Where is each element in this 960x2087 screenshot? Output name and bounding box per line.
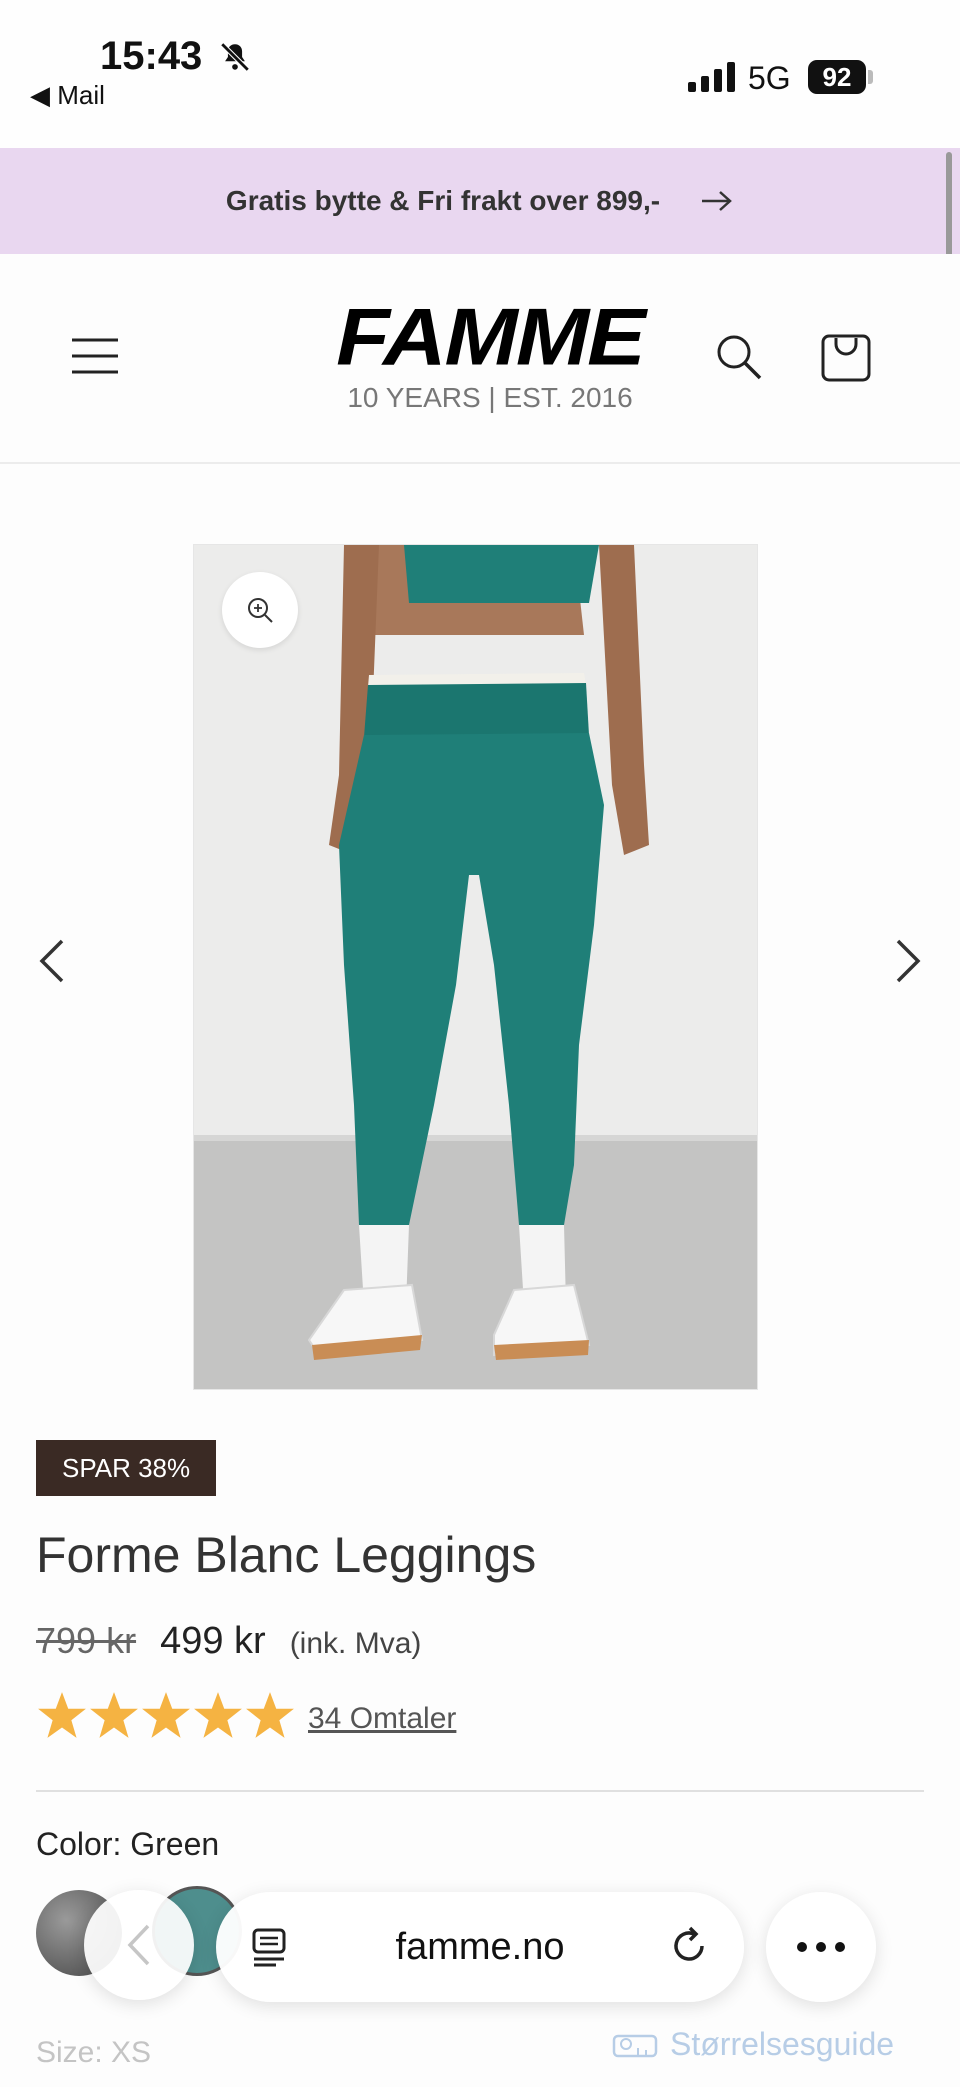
vat-note: (ink. Mva)	[289, 1627, 422, 1660]
color-label: Color: Green	[36, 1826, 220, 1862]
chevron-left-icon	[127, 1924, 150, 1966]
hamburger-menu-icon[interactable]	[72, 336, 118, 376]
star-icon	[246, 1692, 294, 1738]
ellipsis-icon	[797, 1942, 845, 1952]
zoom-button[interactable]	[222, 572, 298, 648]
price-row: 799 kr 499 kr (ink. Mva)	[36, 1620, 421, 1663]
size-guide-link[interactable]: Størrelsesguide	[612, 2026, 894, 2063]
logo-wordmark: FAMME	[336, 291, 646, 383]
size-guide-label: Størrelsesguide	[670, 2026, 895, 2062]
bell-muted-icon	[220, 42, 250, 72]
arrow-right-icon	[702, 191, 732, 211]
shopping-bag-icon[interactable]	[818, 328, 874, 384]
back-to-mail-link[interactable]: ◀ Mail	[30, 80, 105, 111]
address-bar[interactable]: famme.no	[216, 1892, 744, 2002]
url-text: famme.no	[395, 1926, 565, 1968]
star-icon	[142, 1692, 190, 1738]
zoom-in-icon	[248, 598, 273, 623]
size-label: Size: XS	[36, 2036, 152, 2069]
star-icon	[194, 1692, 242, 1738]
reviews-link[interactable]: 34 Omtaler	[308, 1702, 456, 1736]
battery-tip	[868, 70, 873, 84]
rating-stars[interactable]	[36, 1690, 296, 1740]
status-bar: 15:43 ◀ Mail 5G 92	[0, 0, 960, 148]
sale-price: 499 kr	[160, 1620, 266, 1662]
promo-banner[interactable]: Gratis bytte & Fri frakt over 899,-	[0, 148, 960, 254]
star-icon	[38, 1692, 86, 1738]
divider	[36, 1790, 924, 1792]
promo-text: Gratis bytte & Fri frakt over 899,-	[225, 185, 661, 216]
browser-back-button[interactable]	[84, 1890, 194, 2000]
discount-badge: SPAR 38%	[36, 1440, 217, 1496]
product-title: Forme Blanc Leggings	[36, 1527, 537, 1583]
ruler-icon	[612, 2034, 658, 2057]
signal-icon	[688, 62, 735, 92]
product-image[interactable]	[193, 544, 758, 1390]
original-price: 799 kr	[36, 1620, 137, 1661]
network-type: 5G	[748, 60, 791, 96]
battery-level: 92	[808, 60, 866, 94]
search-icon[interactable]	[714, 332, 764, 382]
brand-logo[interactable]: FAMME 10 YEARS | EST. 2016	[300, 294, 680, 414]
status-time: 15:43	[100, 34, 203, 78]
star-icon	[90, 1692, 138, 1738]
previous-image-chevron-icon[interactable]	[34, 936, 74, 986]
logo-tagline: 10 YEARS | EST. 2016	[347, 382, 633, 413]
product-gallery	[0, 464, 960, 1424]
more-options-button[interactable]	[766, 1892, 876, 2002]
reload-icon[interactable]	[668, 1924, 712, 1968]
product-photo	[194, 545, 757, 1389]
site-header: FAMME 10 YEARS | EST. 2016	[0, 254, 960, 464]
next-image-chevron-icon[interactable]	[886, 936, 926, 986]
